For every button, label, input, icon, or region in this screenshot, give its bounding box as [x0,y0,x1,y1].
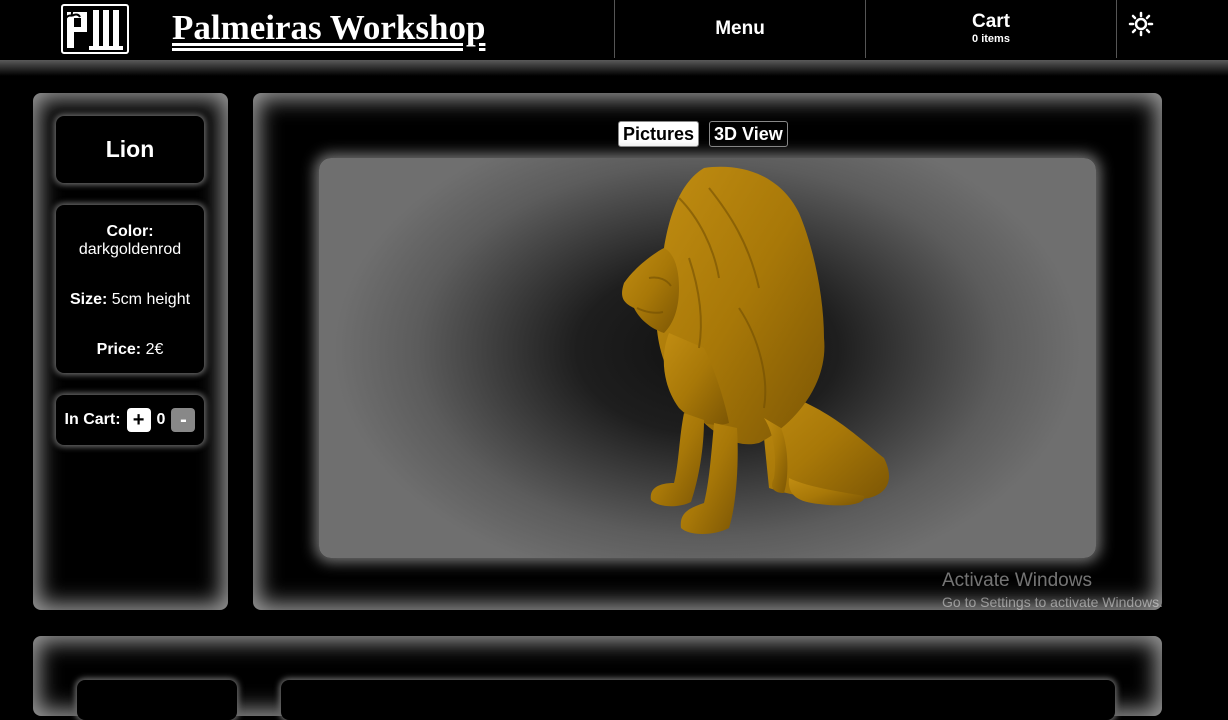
site-header: Palmeiras Workshop Menu Cart 0 items [0,0,1228,60]
sun-icon[interactable] [1128,11,1154,37]
windows-activation-watermark: Activate Windows Go to Settings to activ… [942,570,1163,612]
color-row: Color: darkgoldenrod [56,223,204,259]
size-value: 5cm height [111,291,191,308]
site-logo[interactable] [61,4,129,54]
increase-quantity-button[interactable]: + [126,408,151,432]
product-name: Lion [56,116,204,183]
price-row: Price: 2€ [56,341,204,359]
product-details: Color: darkgoldenrod Size: 5cm height Pr… [56,205,204,373]
site-title[interactable]: Palmeiras Workshop [172,8,485,48]
product-viewer-panel: Pictures 3D View [253,93,1162,610]
in-cart-label: In Cart: [64,411,121,428]
cart-label: Cart [971,11,1010,32]
size-label: Size: [69,291,108,308]
bottom-card-left [77,680,237,720]
bottom-panel [33,636,1162,720]
watermark-title: Activate Windows [942,570,1092,591]
size-row: Size: 5cm height [56,291,204,309]
cart-quantity: 0 [156,411,166,428]
decrease-quantity-button[interactable]: - [171,408,196,432]
product-info-panel: Lion Color: darkgoldenrod Size: 5cm heig… [33,93,228,610]
menu-button[interactable]: Menu [615,0,865,58]
tab-pictures[interactable]: Pictures [618,121,700,147]
color-value: darkgoldenrod [78,241,182,258]
nav-divider [1116,0,1117,58]
header-shadow [0,60,1228,76]
color-label: Color: [106,223,154,240]
price-value: 2€ [145,341,164,358]
model-viewer[interactable] [319,158,1096,558]
cart-count: 0 items [972,33,1010,45]
price-label: Price: [96,341,142,358]
in-cart-control: In Cart: + 0 - [56,395,204,445]
lion-model [622,166,889,534]
view-tabs: Pictures 3D View [618,121,788,147]
cart-button[interactable]: Cart 0 items [866,0,1116,58]
tab-3d-view[interactable]: 3D View [709,121,788,147]
bottom-card-right [281,680,1115,720]
watermark-subtitle: Go to Settings to activate Windows. [942,594,1163,610]
